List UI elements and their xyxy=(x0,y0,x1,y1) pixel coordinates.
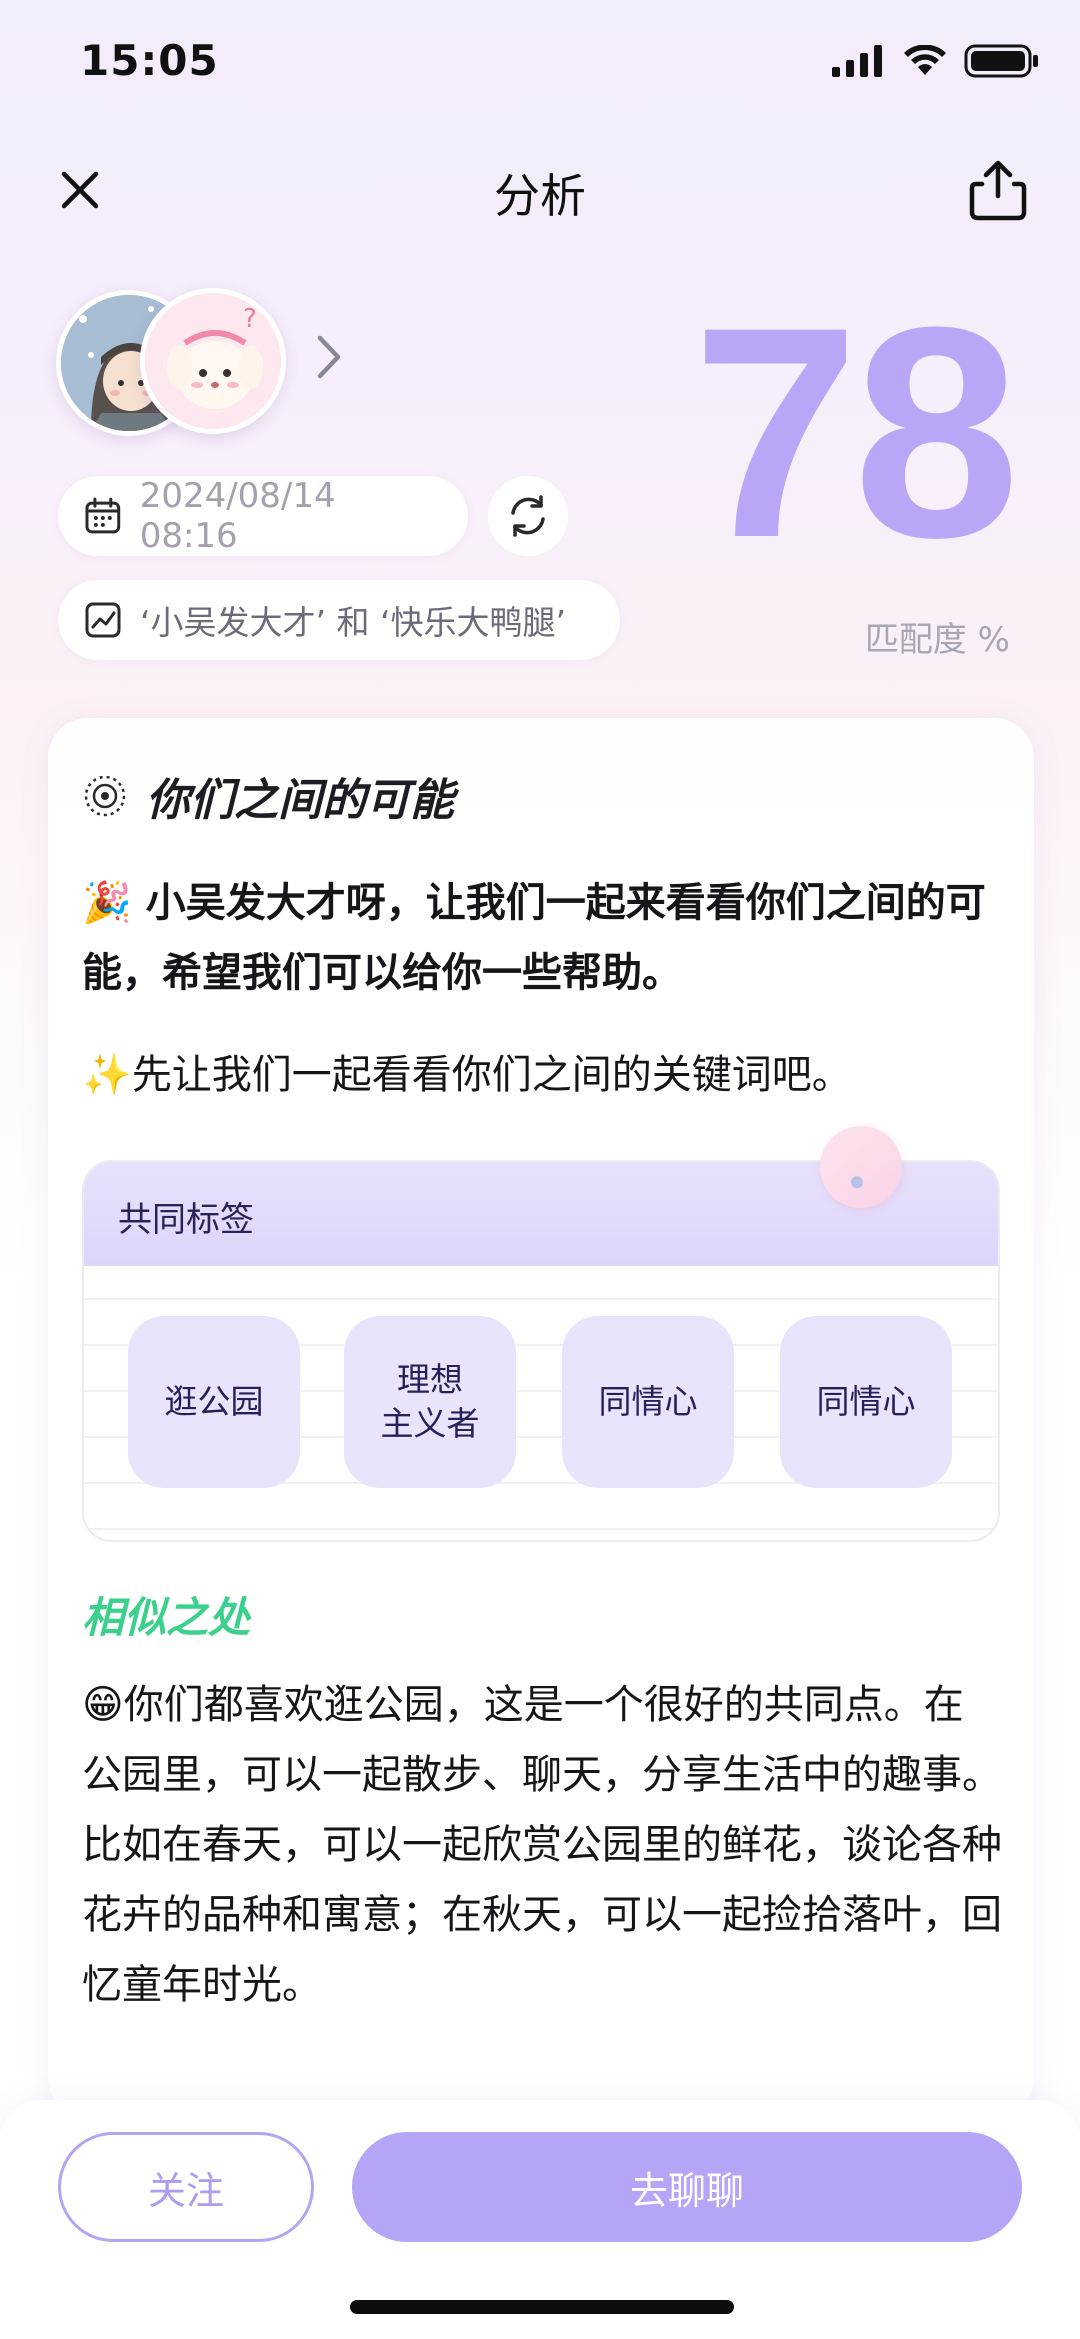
similar-body: 你们都喜欢逛公园，这是一个很好的共同点。在公园里，可以一起散步、聊天，分享生活中… xyxy=(82,1682,1002,2008)
card-header: 你们之间的可能 xyxy=(82,764,454,828)
share-icon[interactable] xyxy=(968,158,1028,222)
pair-chip: ‘小吴发大才’ 和 ‘快乐大鸭腿’ xyxy=(58,580,620,660)
svg-text:?: ? xyxy=(243,304,257,334)
follow-button[interactable]: 关注 xyxy=(58,2132,314,2242)
tag-item[interactable]: 同情心 xyxy=(780,1316,952,1488)
trend-icon xyxy=(85,602,121,638)
radar-icon xyxy=(84,775,126,817)
grin-emoji: 😁 xyxy=(82,1682,124,1728)
pair-text: ‘小吴发大才’ 和 ‘快乐大鸭腿’ xyxy=(140,603,566,642)
tag-item[interactable]: 逛公园 xyxy=(128,1316,300,1488)
party-emoji: 🎉 xyxy=(82,880,132,926)
status-icons xyxy=(832,44,1040,78)
avatar-illustration: ? xyxy=(145,293,281,429)
intro-body: 小吴发大才呀，让我们一起来看看你们之间的可能，希望我们可以给你一些帮助。 xyxy=(82,880,986,996)
home-indicator[interactable] xyxy=(350,2300,734,2314)
avatar-match[interactable]: ? xyxy=(140,288,286,434)
match-score-label: 匹配度 % xyxy=(864,620,1010,660)
card-title: 你们之间的可能 xyxy=(146,775,454,826)
similar-text: 😁你们都喜欢逛公园，这是一个很好的共同点。在公园里，可以一起散步、聊天，分享生活… xyxy=(82,1670,1002,2020)
page-title: 分析 xyxy=(494,169,586,223)
sparkles-emoji: ✨ xyxy=(82,1052,132,1098)
datetime-text: 2024/08/14 08:16 xyxy=(139,476,336,556)
chat-button[interactable]: 去聊聊 xyxy=(352,2132,1022,2242)
battery-icon xyxy=(964,44,1038,78)
refresh-icon xyxy=(511,495,545,537)
keywords-intro: ✨先让我们一起看看你们之间的关键词吧。 xyxy=(82,1040,1002,1110)
similar-title: 相似之处 xyxy=(82,1593,251,1642)
match-score: 78 xyxy=(692,264,1020,600)
datetime-chip: 2024/08/14 08:16 xyxy=(58,476,468,556)
signal-icon xyxy=(832,45,882,77)
wifi-icon xyxy=(904,45,946,75)
status-time: 15:05 xyxy=(80,36,219,85)
tag-item[interactable]: 同情心 xyxy=(562,1316,734,1488)
keywords-body: 先让我们一起看看你们之间的关键词吧。 xyxy=(131,1052,852,1098)
tag-item[interactable]: 理想 主义者 xyxy=(344,1316,516,1488)
intro-text: 🎉 小吴发大才呀，让我们一起来看看你们之间的可能，希望我们可以给你一些帮助。 xyxy=(82,868,1002,1008)
chevron-right-icon[interactable] xyxy=(312,332,346,382)
tags-title: 共同标签 xyxy=(118,1200,254,1240)
refresh-button[interactable] xyxy=(488,476,568,556)
calendar-icon xyxy=(85,497,121,534)
tag-label: 理想 主义者 xyxy=(380,1360,480,1443)
